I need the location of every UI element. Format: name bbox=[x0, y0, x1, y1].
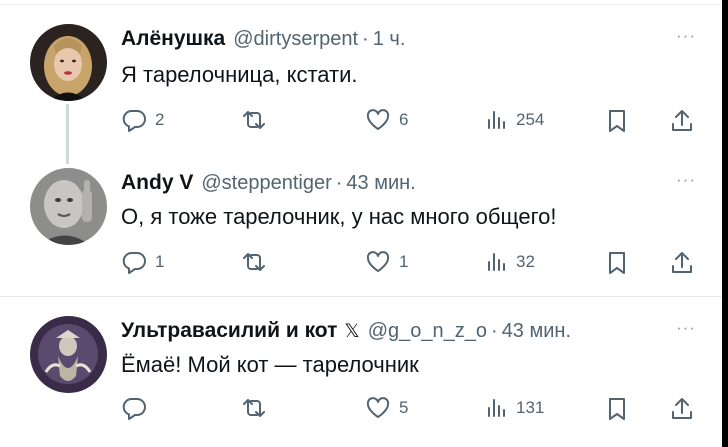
action-bar: 5 131 bbox=[0, 394, 722, 424]
timestamp[interactable]: 43 мин. bbox=[346, 172, 415, 195]
more-options-icon[interactable]: ··· bbox=[676, 318, 696, 338]
share-icon bbox=[672, 110, 692, 131]
bookmark-icon bbox=[609, 398, 625, 420]
reply-icon bbox=[122, 252, 146, 274]
author-name[interactable]: Алёнушка bbox=[121, 27, 225, 51]
share-button[interactable] bbox=[670, 108, 694, 134]
bookmark-icon bbox=[609, 110, 625, 132]
reply-thread: Алёнушка @dirtyserpent · 1 ч. ··· Я таре… bbox=[0, 0, 722, 447]
like-count: 5 bbox=[399, 398, 409, 417]
views-button[interactable]: 32 bbox=[486, 250, 535, 274]
author-name[interactable]: Andy V bbox=[121, 171, 193, 195]
retweet-button[interactable] bbox=[240, 108, 276, 132]
like-button[interactable]: 6 bbox=[365, 108, 408, 132]
author-handle[interactable]: @dirtyserpent bbox=[233, 28, 358, 51]
like-count: 1 bbox=[399, 252, 409, 271]
bookmark-icon bbox=[609, 252, 625, 274]
retweet-button[interactable] bbox=[240, 396, 276, 420]
tweet-header: Ультравасилий и кот 𝕏 @g_o_n_z_o · 43 ми… bbox=[121, 316, 571, 346]
share-button[interactable] bbox=[670, 250, 694, 276]
views-button[interactable]: 254 bbox=[486, 108, 544, 132]
bookmark-button[interactable] bbox=[606, 396, 628, 422]
tweet-header: Алёнушка @dirtyserpent · 1 ч. bbox=[121, 24, 405, 54]
views-icon bbox=[488, 399, 505, 417]
tweet[interactable]: Ультравасилий и кот 𝕏 @g_o_n_z_o · 43 ми… bbox=[0, 316, 722, 436]
reply-button[interactable] bbox=[121, 396, 155, 420]
share-button[interactable] bbox=[670, 396, 694, 422]
share-icon bbox=[672, 252, 692, 273]
bookmark-button[interactable] bbox=[606, 108, 628, 134]
dot-separator: · bbox=[491, 319, 498, 342]
tweet-header: Andy V @steppentiger · 43 мин. bbox=[121, 168, 416, 198]
retweet-icon bbox=[243, 253, 265, 271]
views-count: 254 bbox=[516, 110, 545, 129]
like-button[interactable]: 1 bbox=[365, 250, 408, 274]
avatar[interactable] bbox=[30, 168, 107, 245]
reply-icon bbox=[122, 398, 146, 420]
timestamp[interactable]: 43 мин. bbox=[502, 320, 571, 343]
tweet-divider bbox=[0, 296, 722, 297]
like-icon bbox=[366, 397, 390, 418]
dot-separator: · bbox=[362, 27, 369, 50]
reply-icon bbox=[122, 110, 146, 132]
retweet-icon bbox=[243, 111, 265, 129]
reply-count: 1 bbox=[155, 252, 165, 271]
views-icon bbox=[488, 253, 505, 271]
more-options-icon[interactable]: ··· bbox=[676, 26, 696, 46]
views-button[interactable]: 131 bbox=[486, 396, 544, 420]
reply-count: 2 bbox=[155, 110, 165, 129]
author-name[interactable]: Ультравасилий и кот bbox=[121, 319, 337, 343]
retweet-button[interactable] bbox=[240, 250, 276, 274]
dot-separator: · bbox=[335, 171, 343, 194]
tweet-text: Я тарелочница, кстати. bbox=[121, 62, 358, 87]
avatar[interactable] bbox=[30, 24, 107, 101]
x-badge-icon: 𝕏 bbox=[344, 320, 360, 342]
more-options-icon[interactable]: ··· bbox=[676, 170, 696, 190]
retweet-icon bbox=[243, 399, 265, 417]
tweet[interactable]: Алёнушка @dirtyserpent · 1 ч. ··· Я таре… bbox=[0, 24, 722, 144]
views-count: 32 bbox=[516, 252, 535, 271]
reply-button[interactable]: 1 bbox=[121, 250, 164, 274]
like-icon bbox=[366, 251, 390, 272]
action-bar: 2 6 254 bbox=[0, 106, 722, 136]
bookmark-button[interactable] bbox=[606, 250, 628, 276]
timestamp[interactable]: 1 ч. bbox=[373, 28, 406, 51]
avatar[interactable] bbox=[30, 316, 107, 393]
action-bar: 1 1 32 bbox=[0, 248, 722, 278]
like-count: 6 bbox=[399, 110, 409, 129]
like-button[interactable]: 5 bbox=[365, 396, 408, 420]
share-icon bbox=[672, 398, 692, 419]
author-handle[interactable]: @g_o_n_z_o bbox=[368, 320, 487, 343]
reply-button[interactable]: 2 bbox=[121, 108, 164, 132]
author-handle[interactable]: @steppentiger bbox=[201, 172, 331, 195]
like-icon bbox=[366, 109, 390, 130]
top-divider bbox=[0, 4, 722, 5]
views-count: 131 bbox=[516, 398, 545, 417]
views-icon bbox=[488, 111, 505, 129]
tweet-text: Ёмаё! Мой кот — тарелочник bbox=[121, 352, 419, 377]
tweet[interactable]: Andy V @steppentiger · 43 мин. ··· О, я … bbox=[0, 168, 722, 288]
tweet-text: О, я тоже тарелочник, у нас много общего… bbox=[121, 204, 557, 229]
